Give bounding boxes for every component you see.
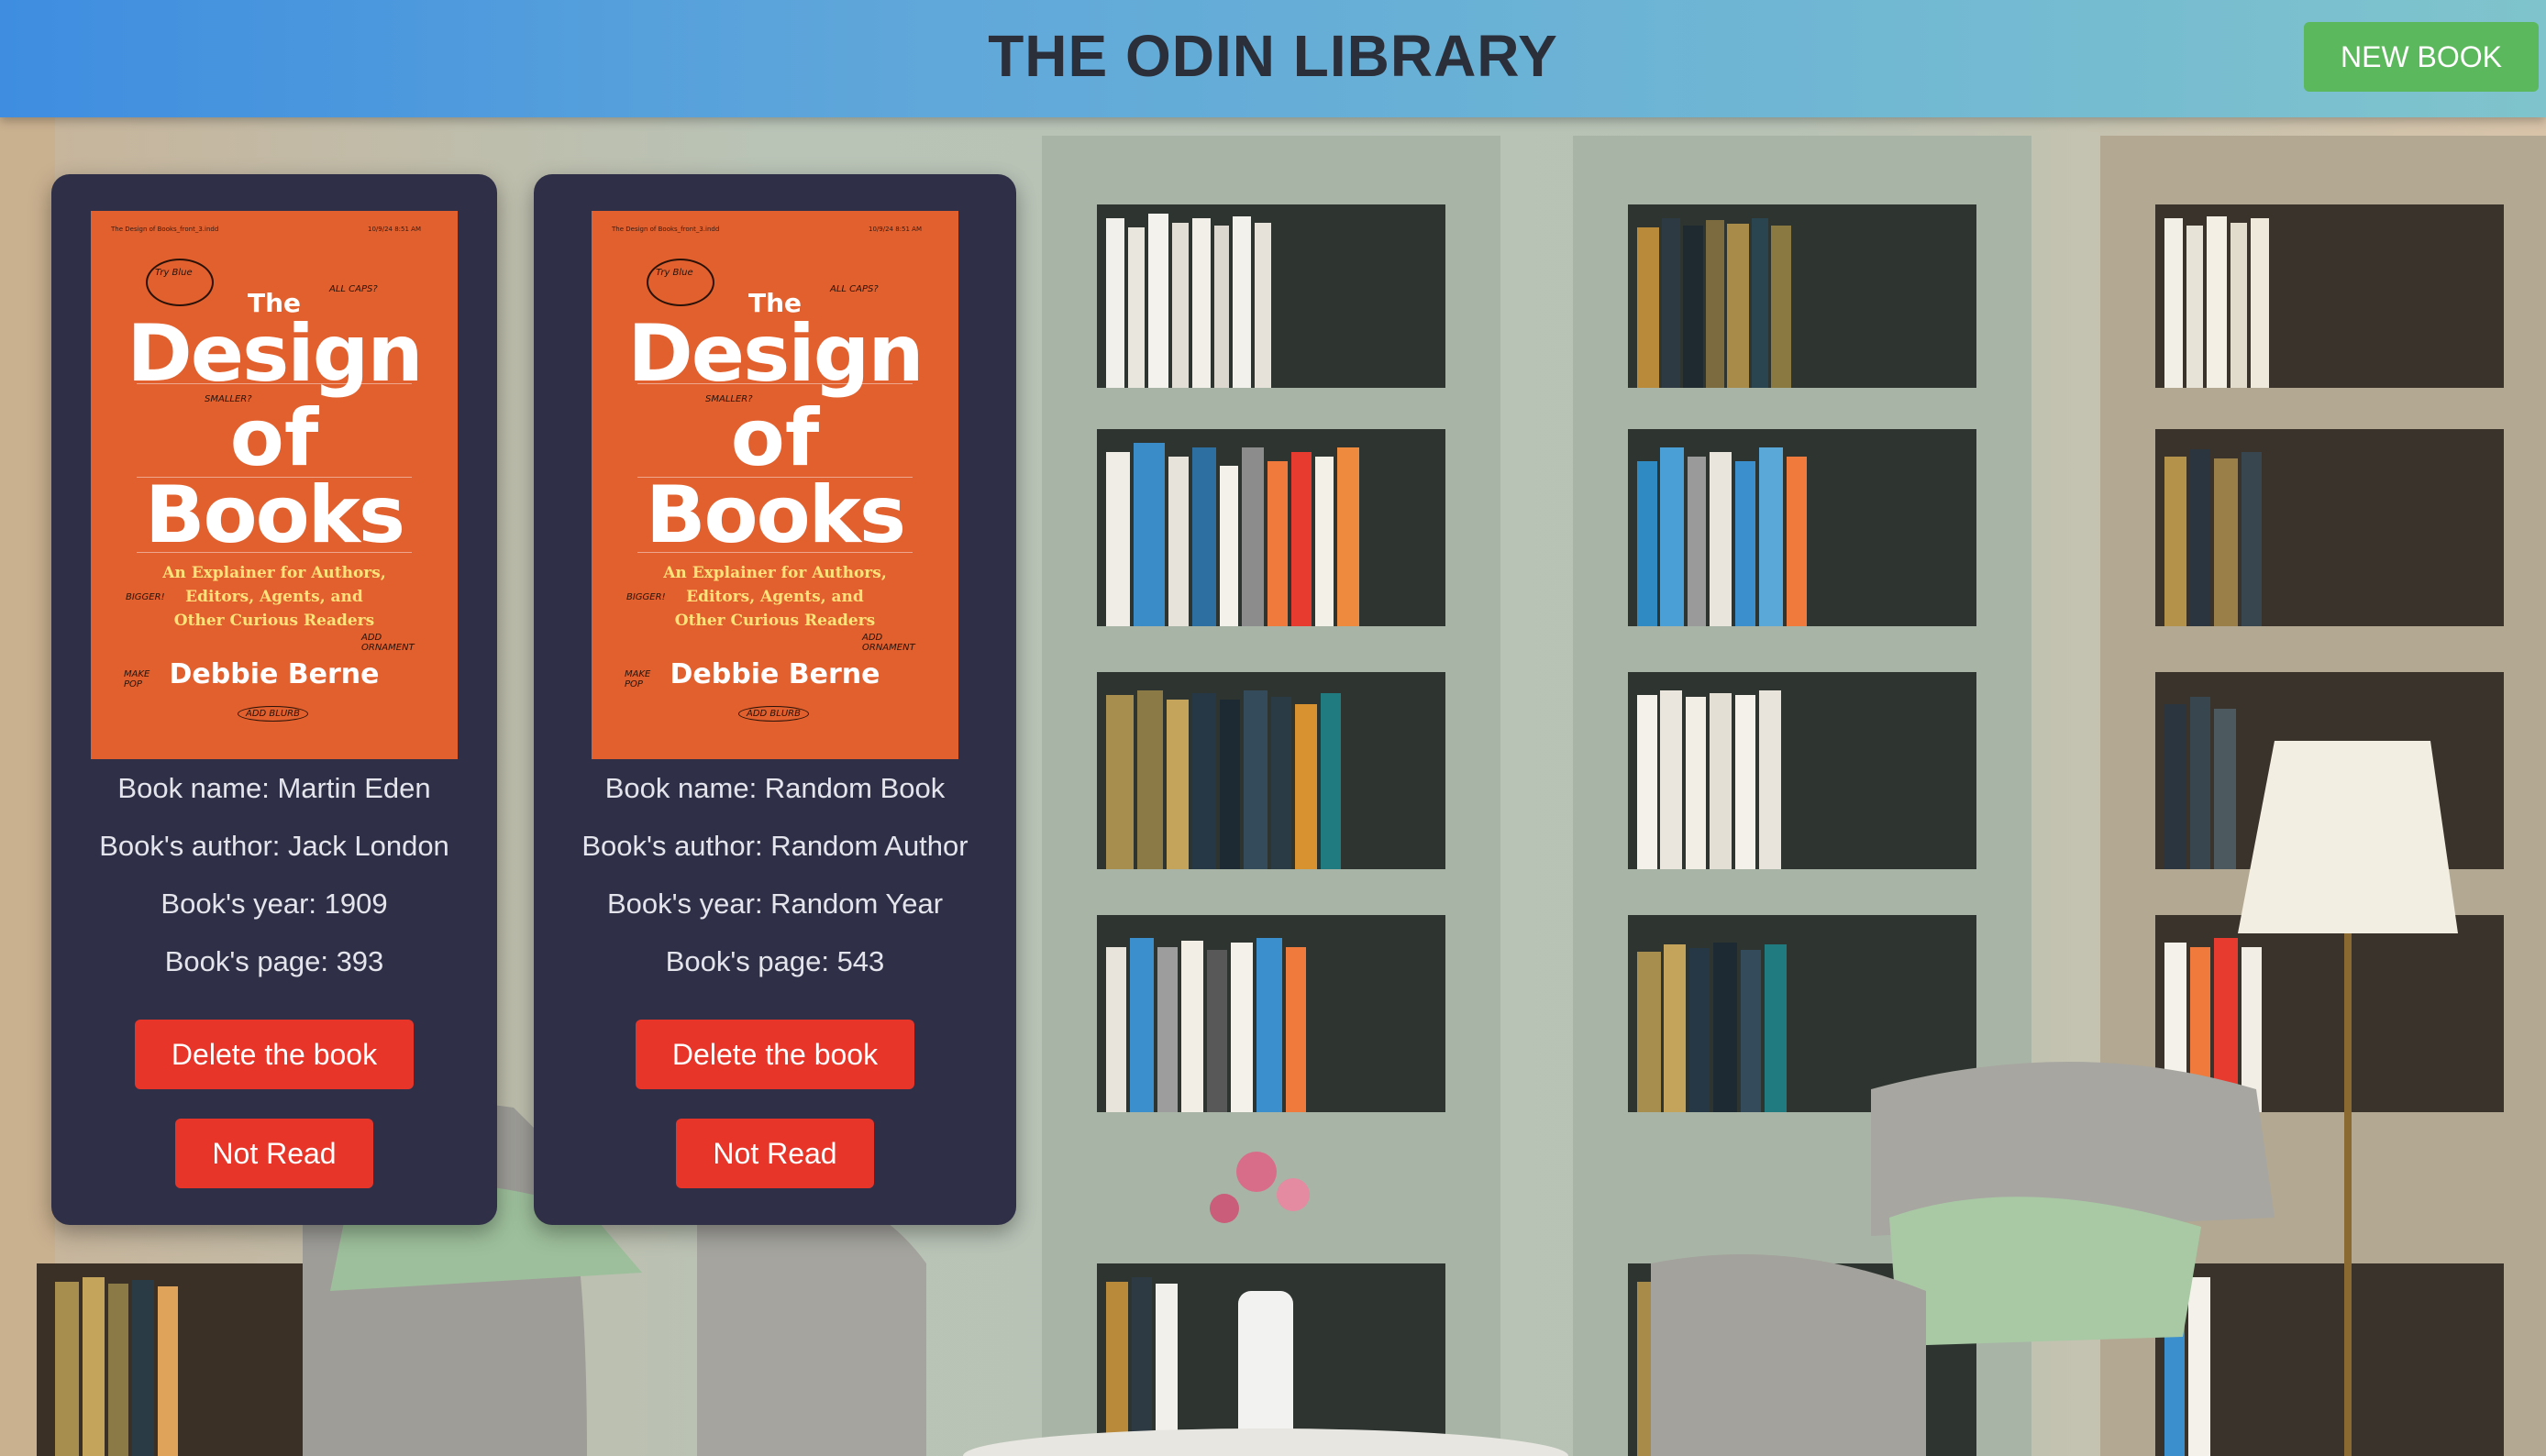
- book-author: Book's author: Jack London: [99, 830, 449, 862]
- cover-file-label: The Design of Books_front_3.indd: [111, 226, 219, 233]
- book-name: Book name: Martin Eden: [117, 772, 431, 804]
- cover-rule: [637, 477, 913, 478]
- cover-rule: [137, 552, 412, 553]
- cover-title-design: Design: [127, 308, 423, 400]
- cover-doodle-try-blue: Try Blue: [656, 268, 693, 278]
- cover-doodle-try-blue: Try Blue: [155, 268, 193, 278]
- cover-subtitle-line: Other Curious Readers: [173, 612, 375, 630]
- cover-doodle-bigger: BIGGER!: [126, 592, 165, 602]
- book-cover-image: The Design of Books_front_3.indd 10/9/24…: [91, 211, 458, 759]
- book-name: Book name: Random Book: [604, 772, 946, 804]
- page-title: THE ODIN LIBRARY: [988, 23, 1558, 89]
- cover-file-label: The Design of Books_front_3.indd: [612, 226, 720, 233]
- book-card: The Design of Books_front_3.indd 10/9/24…: [534, 174, 1016, 1225]
- cover-date-label: 10/9/24 8:51 AM: [869, 226, 922, 233]
- cover-title-design: Design: [627, 308, 924, 400]
- cover-author: Debbie Berne: [670, 658, 880, 690]
- read-status-button[interactable]: Not Read: [676, 1119, 874, 1188]
- book-author: Book's author: Random Author: [581, 830, 969, 862]
- cover-rule: [137, 477, 412, 478]
- cover-doodle-add-ornament: ADD ORNAMENT: [862, 633, 915, 653]
- cover-date-label: 10/9/24 8:51 AM: [368, 226, 421, 233]
- cover-doodle-add-blurb: ADD BLURB: [238, 706, 308, 722]
- header-bar: THE ODIN LIBRARY NEW BOOK: [0, 0, 2546, 117]
- read-status-button[interactable]: Not Read: [175, 1119, 373, 1188]
- cover-title-books: Books: [144, 469, 405, 561]
- cover-doodle-add-ornament: ADD ORNAMENT: [361, 633, 415, 653]
- book-cover-image: The Design of Books_front_3.indd 10/9/24…: [592, 211, 958, 759]
- book-year: Book's year: 1909: [161, 888, 388, 920]
- new-book-button[interactable]: NEW BOOK: [2304, 22, 2539, 92]
- book-pages: Book's page: 393: [164, 945, 384, 977]
- cover-rule: [637, 552, 913, 553]
- cover-rule: [637, 383, 913, 384]
- book-card: The Design of Books_front_3.indd 10/9/24…: [51, 174, 497, 1225]
- cover-doodle-bigger: BIGGER!: [626, 592, 666, 602]
- cover-subtitle-line: An Explainer for Authors,: [162, 564, 386, 582]
- cover-subtitle-line: Other Curious Readers: [674, 612, 876, 630]
- cover-subtitle-line: An Explainer for Authors,: [663, 564, 887, 582]
- cover-doodle-add-blurb: ADD BLURB: [738, 706, 809, 722]
- cover-author: Debbie Berne: [169, 658, 380, 690]
- cover-rule: [137, 383, 412, 384]
- book-pages: Book's page: 543: [665, 945, 885, 977]
- delete-book-button[interactable]: Delete the book: [135, 1020, 414, 1089]
- cover-title-books: Books: [645, 469, 906, 561]
- delete-book-button[interactable]: Delete the book: [636, 1020, 914, 1089]
- book-year: Book's year: Random Year: [606, 888, 944, 920]
